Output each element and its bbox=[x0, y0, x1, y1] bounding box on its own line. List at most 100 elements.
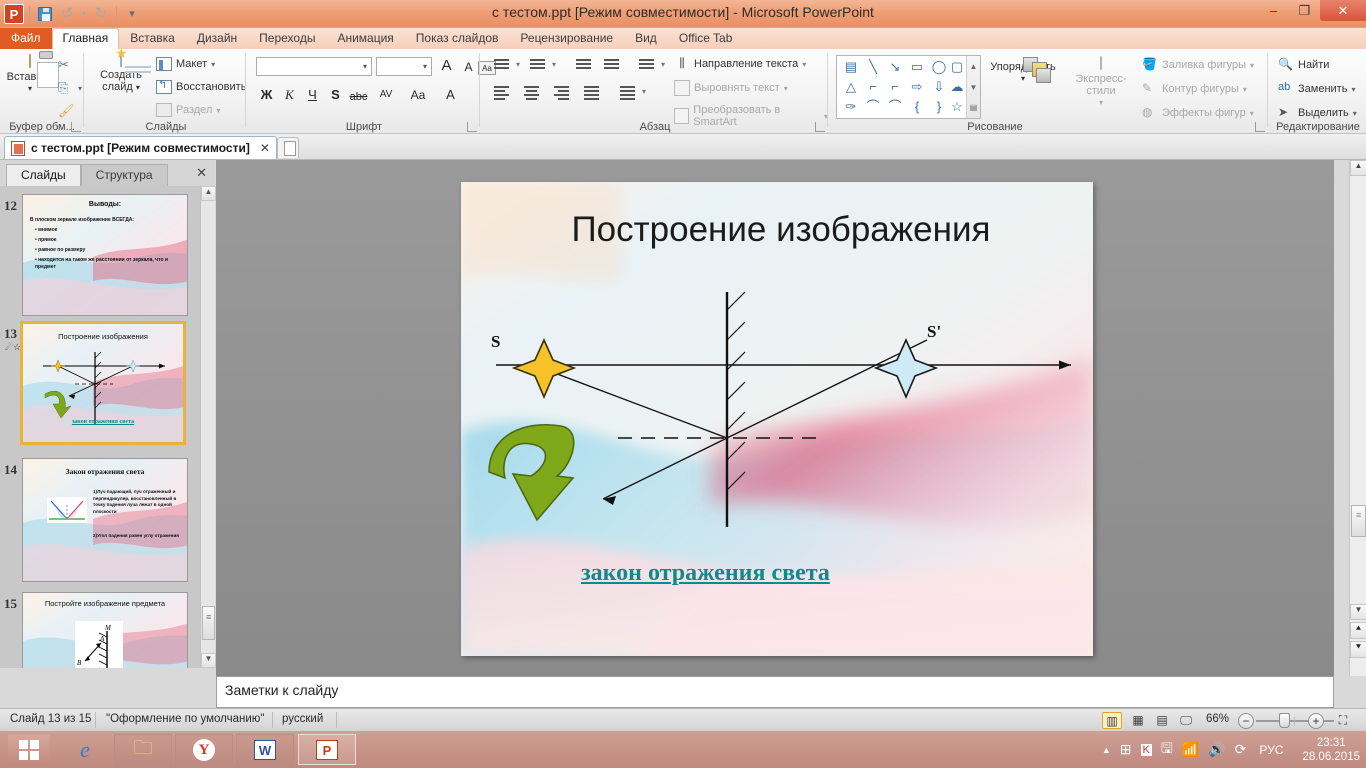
scroll-up-button[interactable]: ▲ bbox=[201, 186, 216, 201]
tab-home[interactable]: Главная bbox=[51, 28, 120, 49]
windows-icon[interactable]: ⊞ bbox=[1120, 741, 1132, 758]
find-button[interactable]: 🔍 Найти bbox=[1278, 57, 1329, 73]
select-button[interactable]: ➤ Выделить ▾ bbox=[1278, 105, 1357, 121]
view-normal-button[interactable]: ▥ bbox=[1102, 712, 1122, 729]
kaspersky-icon[interactable]: K bbox=[1140, 743, 1152, 756]
zoom-out-button[interactable]: − bbox=[1238, 713, 1254, 729]
shape-triangle-icon[interactable]: △ bbox=[839, 77, 863, 97]
tab-review[interactable]: Рецензирование bbox=[509, 28, 624, 49]
tab-design[interactable]: Дизайн bbox=[186, 28, 248, 49]
scroll-down-button[interactable]: ▼ bbox=[201, 653, 216, 668]
arrange-button[interactable]: Упорядочить ▾ bbox=[988, 57, 1058, 85]
layout-button[interactable]: Макет ▾ bbox=[156, 57, 215, 71]
slide-thumbnail-13[interactable]: Построение изображения закон отражения с… bbox=[20, 321, 186, 445]
shape-outline-button[interactable]: ✎ Контур фигуры ▾ bbox=[1142, 81, 1247, 97]
update-icon[interactable]: ⟳ bbox=[1235, 741, 1247, 758]
shape-fill-button[interactable]: 🪣 Заливка фигуры ▾ bbox=[1142, 57, 1254, 73]
start-button[interactable] bbox=[8, 735, 50, 765]
scroll-down-icon[interactable]: ▼ bbox=[967, 77, 980, 98]
scroll-down-button[interactable]: ▼ bbox=[1350, 604, 1366, 620]
close-button[interactable]: ✕ bbox=[1320, 0, 1366, 21]
zoom-in-button[interactable]: + bbox=[1308, 713, 1324, 729]
tab-slideshow[interactable]: Показ слайдов bbox=[405, 28, 510, 49]
shape-arrow-icon[interactable]: ↘ bbox=[883, 57, 907, 77]
taskbar-item-word[interactable]: W bbox=[236, 734, 294, 765]
next-slide-button[interactable]: ⯆ bbox=[1350, 641, 1366, 658]
tab-view[interactable]: Вид bbox=[624, 28, 668, 49]
paste-button[interactable]: Вставить ▾ bbox=[6, 54, 54, 95]
new-slide-button[interactable]: Создать слайд ▾ bbox=[92, 53, 150, 94]
taskbar-item-internet-explorer[interactable]: e bbox=[56, 734, 114, 765]
change-case-button[interactable]: Aa bbox=[404, 85, 432, 105]
slides-pane-scrollbar[interactable]: ▲ ▼ bbox=[200, 186, 216, 668]
italic-button[interactable]: К bbox=[279, 85, 300, 105]
shape-elbow-arrow-icon[interactable]: ⌐ bbox=[883, 77, 907, 97]
text-direction-button[interactable]: ⫼ Направление текста ▾ bbox=[674, 56, 806, 72]
previous-slide-button[interactable]: ⯅ bbox=[1350, 622, 1366, 639]
shape-rect-icon[interactable]: ▭ bbox=[905, 57, 929, 77]
replace-button[interactable]: ab Заменить ▾ bbox=[1278, 81, 1355, 97]
scroll-up-icon[interactable]: ▲ bbox=[967, 56, 980, 77]
slide-thumbnail-12[interactable]: Выводы: В плоском зеркале изображение ВС… bbox=[22, 194, 188, 316]
taskbar-item-yandex[interactable]: Y bbox=[175, 734, 233, 765]
shape-line-icon[interactable]: ╲ bbox=[861, 57, 885, 77]
line-spacing-button[interactable] bbox=[637, 56, 657, 74]
slide-editing-area[interactable]: Построение изображения S S' закон отраже… bbox=[216, 160, 1334, 676]
columns-dropdown[interactable]: ▾ bbox=[639, 82, 649, 102]
bold-button[interactable]: Ж bbox=[256, 85, 277, 105]
underline-button[interactable]: Ч bbox=[302, 85, 323, 105]
shape-scribble-icon[interactable]: ✑ bbox=[839, 97, 863, 117]
clipboard-dialog-launcher[interactable] bbox=[71, 122, 81, 132]
strikethrough-button[interactable]: abc bbox=[348, 87, 369, 107]
tab-outline[interactable]: Структура bbox=[80, 164, 168, 187]
close-icon[interactable]: ✕ bbox=[256, 141, 270, 155]
view-reading-button[interactable]: ▤ bbox=[1152, 712, 1172, 729]
slide-vertical-scrollbar[interactable]: ▲ ▼ ⯅ ⯆ bbox=[1349, 160, 1366, 676]
slide-thumbnail-15[interactable]: Постройте изображение предмета M B A bbox=[22, 592, 188, 668]
language-status[interactable]: русский bbox=[282, 713, 323, 725]
view-slideshow-button[interactable]: 🖵 bbox=[1176, 712, 1196, 729]
font-name-input[interactable]: ▾ bbox=[256, 57, 372, 76]
clock[interactable]: 23:31 28.06.2015 bbox=[1296, 736, 1360, 764]
columns-button[interactable] bbox=[618, 83, 638, 101]
volume-icon[interactable]: 🔊 bbox=[1208, 741, 1225, 758]
shape-elbow-connector-icon[interactable]: ⌐ bbox=[861, 77, 885, 97]
notes-pane[interactable]: Заметки к слайду bbox=[216, 676, 1334, 708]
text-shadow-button[interactable]: S bbox=[325, 85, 346, 105]
language-indicator[interactable]: РУС bbox=[1255, 743, 1287, 757]
close-pane-button[interactable]: ✕ bbox=[196, 165, 207, 181]
tab-animation[interactable]: Анимация bbox=[326, 28, 404, 49]
fit-slide-to-window-button[interactable]: ⛶ bbox=[1332, 712, 1354, 729]
shapes-gallery-scrollbar[interactable]: ▲ ▼ ▤ bbox=[966, 56, 980, 118]
zoom-slider-handle[interactable] bbox=[1279, 713, 1290, 728]
scrollbar-thumb[interactable] bbox=[202, 606, 215, 640]
show-hidden-icons-button[interactable]: ▲ bbox=[1102, 745, 1111, 755]
scrollbar-thumb[interactable] bbox=[1351, 505, 1366, 537]
network-icon[interactable]: 📶 bbox=[1182, 741, 1199, 758]
format-painter-button[interactable]: 🖌 bbox=[58, 103, 75, 119]
view-slide-sorter-button[interactable]: ▦ bbox=[1128, 712, 1148, 729]
shape-curve-icon[interactable]: ⌒ bbox=[861, 97, 885, 117]
quick-styles-button[interactable]: Экспресс-стили ▾ bbox=[1062, 56, 1140, 109]
grow-font-button[interactable]: A bbox=[436, 56, 457, 76]
shape-left-brace-icon[interactable]: { bbox=[905, 97, 929, 117]
restore-button[interactable]: ❐ bbox=[1289, 0, 1320, 21]
tab-insert[interactable]: Вставка bbox=[119, 28, 186, 49]
align-right-button[interactable] bbox=[552, 83, 572, 101]
decrease-indent-button[interactable] bbox=[574, 56, 594, 74]
copy-button[interactable]: ⎘ ▾ bbox=[58, 80, 82, 96]
section-button[interactable]: Раздел ▾ bbox=[156, 103, 220, 117]
taskbar-item-powerpoint[interactable]: P bbox=[298, 734, 356, 765]
taskbar-item-file-explorer[interactable]: 🗀 bbox=[114, 734, 172, 765]
drawing-dialog-launcher[interactable] bbox=[1255, 122, 1265, 132]
shape-effects-button[interactable]: ◍ Эффекты фигур ▾ bbox=[1142, 105, 1254, 121]
shape-right-arrow-icon[interactable]: ⇨ bbox=[905, 77, 929, 97]
numbering-dropdown[interactable]: ▾ bbox=[549, 55, 559, 75]
tab-transitions[interactable]: Переходы bbox=[248, 28, 326, 49]
align-center-button[interactable] bbox=[522, 83, 542, 101]
gallery-expand-icon[interactable]: ▤ bbox=[967, 97, 980, 118]
line-spacing-dropdown[interactable]: ▾ bbox=[658, 55, 668, 75]
bullets-button[interactable] bbox=[492, 56, 512, 74]
increase-indent-button[interactable] bbox=[602, 56, 622, 74]
align-text-button[interactable]: Выровнять текст ▾ bbox=[674, 80, 788, 96]
